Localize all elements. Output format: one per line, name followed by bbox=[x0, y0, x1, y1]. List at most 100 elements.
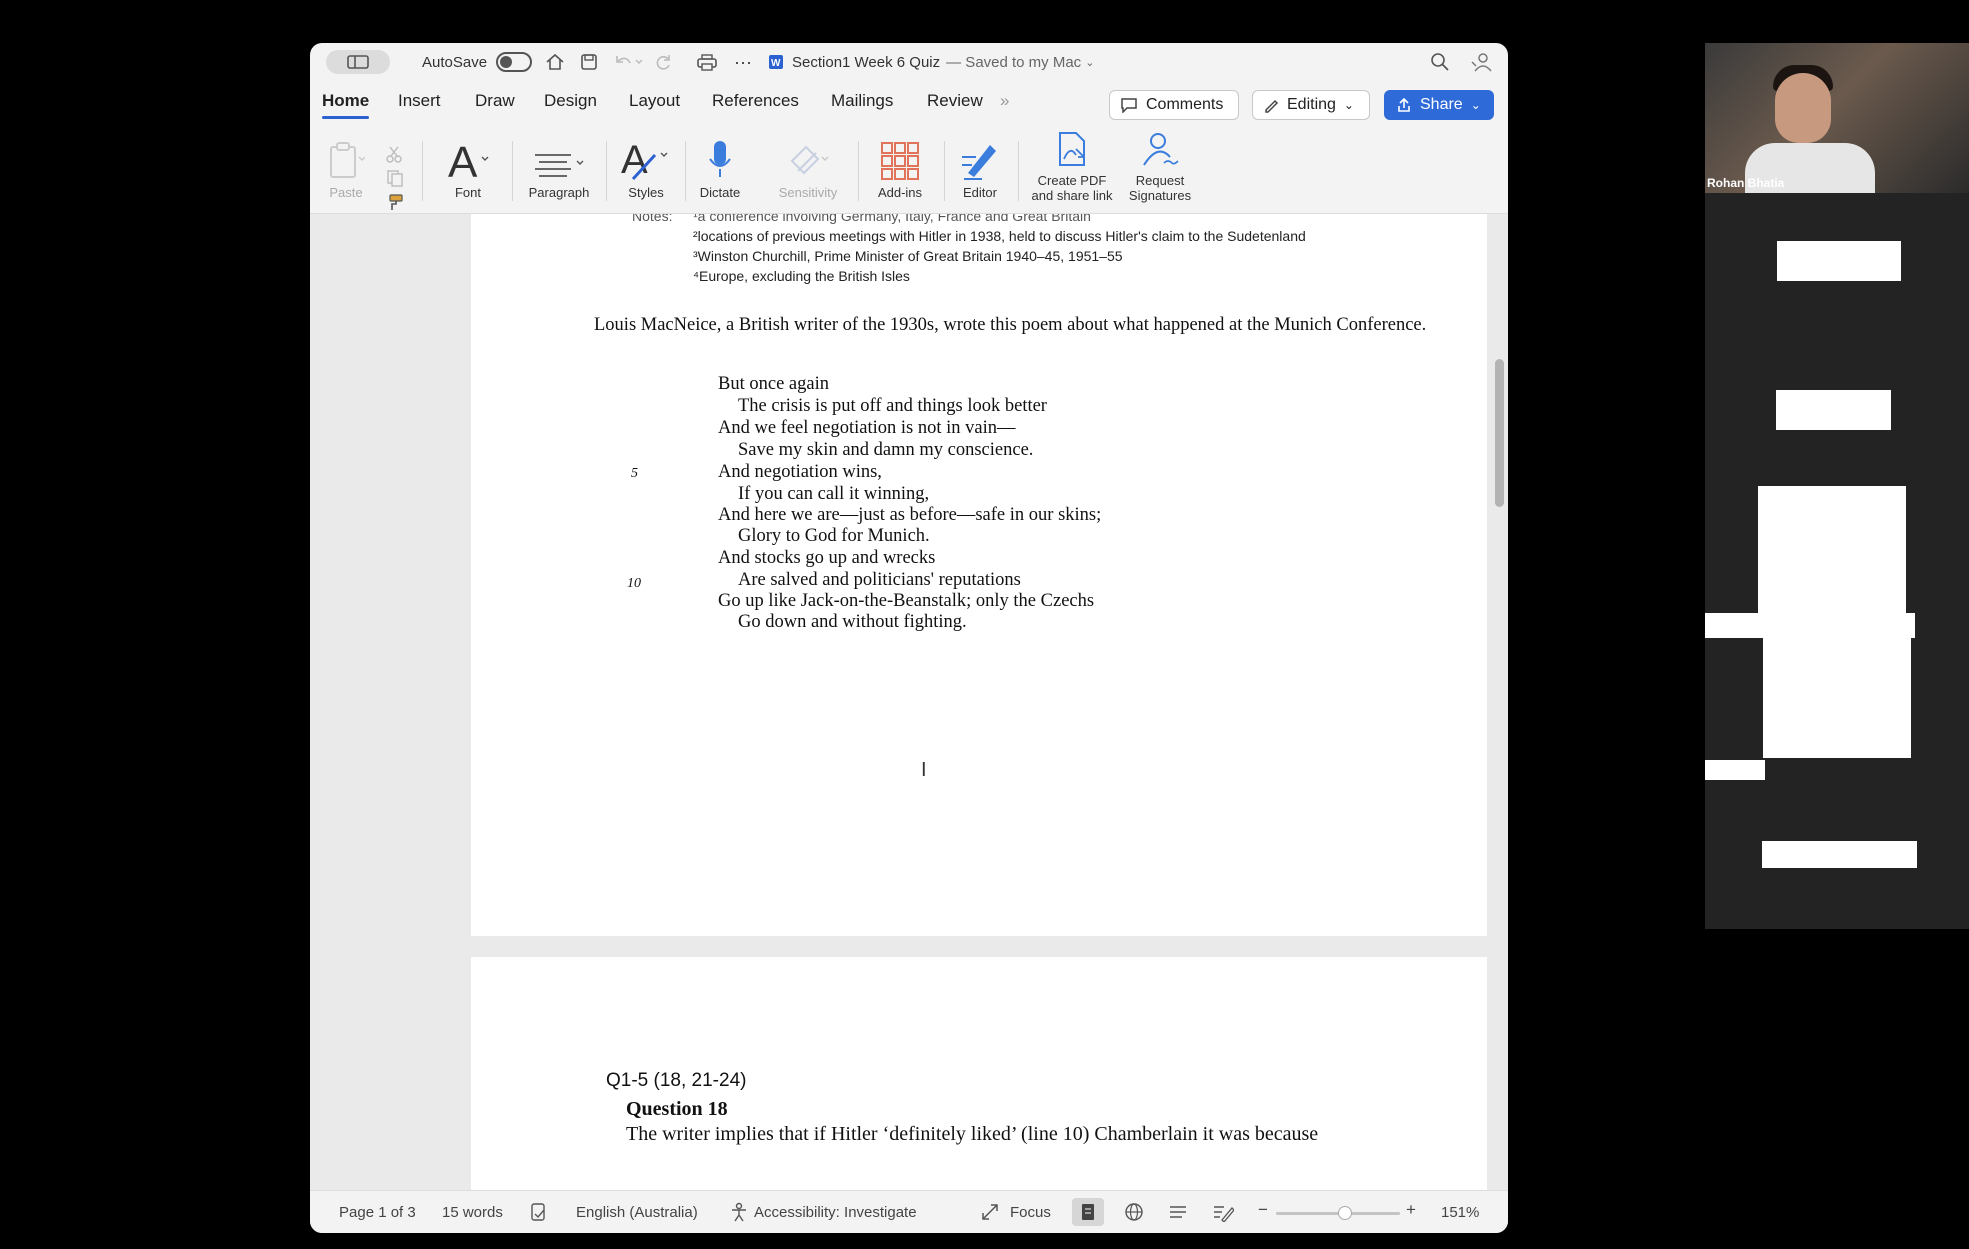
autosave-toggle[interactable] bbox=[496, 43, 532, 81]
comments-button[interactable]: Comments bbox=[1109, 90, 1239, 120]
participant-name: Rohan Bhatia bbox=[1707, 176, 1785, 190]
print-icon[interactable] bbox=[696, 43, 718, 81]
create-pdf-label-1: Create PDF bbox=[1037, 173, 1107, 188]
section-heading: Q1-5 (18, 21-24) bbox=[606, 1070, 747, 1091]
focus-mode-button[interactable]: Focus bbox=[1010, 1204, 1051, 1221]
document-canvas[interactable]: Notes: ¹a conference involving Germany, … bbox=[310, 214, 1508, 1190]
paragraph-button[interactable]: Paragraph bbox=[520, 127, 598, 213]
title-bar: AutoSave ··· W Section1 Week 6 Quiz — Sa… bbox=[310, 43, 1508, 81]
poem-introduction: Louis MacNeice, a British writer of the … bbox=[594, 315, 1427, 335]
draft-view-icon[interactable] bbox=[1212, 1202, 1235, 1226]
sidebar-icon bbox=[347, 55, 369, 69]
comments-label: Comments bbox=[1146, 96, 1224, 113]
language-status[interactable]: English (Australia) bbox=[576, 1204, 698, 1221]
save-icon[interactable] bbox=[580, 43, 598, 81]
document-page-1[interactable]: Notes: ¹a conference involving Germany, … bbox=[471, 214, 1487, 936]
request-signatures-button[interactable]: Request Signatures bbox=[1120, 127, 1200, 213]
share-button[interactable]: Share ⌄ bbox=[1384, 90, 1494, 120]
more-icon[interactable]: ··· bbox=[734, 43, 752, 81]
tab-references[interactable]: References bbox=[712, 91, 799, 111]
status-bar: Page 1 of 3 15 words English (Australia)… bbox=[310, 1190, 1508, 1233]
paragraph-label: Paragraph bbox=[528, 185, 590, 200]
editing-mode-button[interactable]: Editing ⌄ bbox=[1252, 90, 1370, 120]
poem-line-1: But once again bbox=[718, 374, 829, 394]
font-button[interactable]: A Font bbox=[440, 127, 496, 213]
poem-line-7: And here we are—just as before—safe in o… bbox=[718, 505, 1102, 525]
dictate-label: Dictate bbox=[699, 185, 741, 200]
poem-line-11: Go up like Jack-on-the-Beanstalk; only t… bbox=[718, 591, 1095, 611]
document-page-2[interactable]: Q1-5 (18, 21-24) Question 18 The writer … bbox=[471, 957, 1487, 1190]
share-label: Share bbox=[1420, 96, 1463, 113]
request-sig-label-1: Request bbox=[1135, 173, 1185, 188]
tab-home[interactable]: Home bbox=[322, 91, 370, 119]
proofing-icon[interactable] bbox=[530, 1202, 548, 1226]
poem-line-4: Save my skin and damn my conscience. bbox=[738, 440, 1034, 460]
zoom-in-button[interactable]: + bbox=[1406, 1200, 1416, 1220]
redacted-block bbox=[1776, 390, 1891, 430]
redacted-block bbox=[1763, 638, 1911, 758]
chevron-down-icon: ⌄ bbox=[1085, 56, 1095, 69]
print-layout-button[interactable] bbox=[1072, 1198, 1104, 1226]
share-icon bbox=[1398, 97, 1410, 112]
note-1: ¹a conference involving Germany, Italy, … bbox=[693, 214, 1091, 224]
zoom-out-button[interactable]: − bbox=[1258, 1200, 1268, 1220]
ribbon-home: Paste A Font Paragraph A Styles Dictate … bbox=[310, 127, 1508, 214]
ribbon-divider bbox=[1018, 141, 1019, 201]
notes-label: Notes: bbox=[632, 214, 673, 224]
dictate-button[interactable]: Dictate bbox=[692, 127, 748, 213]
word-doc-icon: W bbox=[768, 43, 784, 81]
zoom-slider-thumb[interactable] bbox=[1338, 1206, 1352, 1220]
sidebar-toggle-button[interactable] bbox=[326, 50, 390, 74]
cut-icon[interactable] bbox=[386, 145, 402, 166]
undo-icon[interactable] bbox=[614, 43, 644, 81]
web-layout-icon[interactable] bbox=[1124, 1202, 1144, 1226]
focus-icon bbox=[980, 1202, 1000, 1226]
share-people-icon[interactable] bbox=[1470, 43, 1492, 81]
tab-mailings[interactable]: Mailings bbox=[831, 91, 893, 111]
microphone-icon bbox=[709, 141, 731, 177]
editor-button[interactable]: Editor bbox=[952, 127, 1008, 213]
participants-panel bbox=[1705, 193, 1969, 929]
redo-icon[interactable] bbox=[654, 43, 672, 81]
paste-button[interactable]: Paste bbox=[322, 127, 370, 213]
sensitivity-button[interactable]: Sensitivity bbox=[770, 127, 846, 213]
poem-line-10: Are salved and politicians' reputations bbox=[738, 570, 1021, 590]
participant-video-tile[interactable]: Rohan Bhatia bbox=[1705, 43, 1969, 193]
tab-review[interactable]: Review bbox=[927, 91, 983, 111]
paragraph-align-icon bbox=[535, 154, 584, 177]
vertical-scrollbar[interactable] bbox=[1495, 359, 1504, 507]
line-number-10: 10 bbox=[627, 576, 641, 591]
text-cursor-icon: I bbox=[921, 759, 927, 781]
copy-icon[interactable] bbox=[386, 169, 404, 190]
accessibility-status[interactable]: Accessibility: Investigate bbox=[754, 1204, 917, 1221]
zoom-slider[interactable] bbox=[1276, 1206, 1400, 1220]
styles-button[interactable]: A Styles bbox=[614, 127, 678, 213]
sensitivity-icon bbox=[790, 145, 829, 175]
page-count[interactable]: Page 1 of 3 bbox=[339, 1204, 416, 1221]
addins-button[interactable]: Add-ins bbox=[866, 127, 934, 213]
ribbon-divider bbox=[944, 141, 945, 201]
ribbon-divider bbox=[685, 141, 686, 201]
font-a-icon: A bbox=[448, 139, 489, 181]
word-count[interactable]: 15 words bbox=[442, 1204, 503, 1221]
format-painter-icon[interactable] bbox=[386, 193, 404, 214]
tab-insert[interactable]: Insert bbox=[398, 91, 441, 111]
home-icon[interactable] bbox=[545, 43, 565, 81]
document-title[interactable]: Section1 Week 6 Quiz — Saved to my Mac ⌄ bbox=[792, 43, 1094, 81]
redacted-block bbox=[1777, 241, 1901, 281]
create-pdf-label-2: and share link bbox=[1031, 188, 1113, 203]
tab-layout[interactable]: Layout bbox=[629, 91, 680, 111]
redacted-block bbox=[1705, 760, 1765, 780]
create-pdf-button[interactable]: Create PDF and share link bbox=[1026, 127, 1118, 213]
tab-draw[interactable]: Draw bbox=[475, 91, 515, 111]
svg-text:A: A bbox=[621, 139, 648, 181]
redacted-block bbox=[1705, 613, 1915, 638]
styles-icon: A bbox=[621, 139, 668, 181]
zoom-level[interactable]: 151% bbox=[1441, 1204, 1479, 1221]
word-window: AutoSave ··· W Section1 Week 6 Quiz — Sa… bbox=[310, 43, 1508, 1233]
outline-view-icon[interactable] bbox=[1168, 1202, 1188, 1226]
more-tabs-icon[interactable]: » bbox=[1000, 91, 1009, 111]
search-icon[interactable] bbox=[1430, 43, 1450, 81]
print-layout-icon bbox=[1082, 1204, 1094, 1220]
tab-design[interactable]: Design bbox=[544, 91, 597, 111]
